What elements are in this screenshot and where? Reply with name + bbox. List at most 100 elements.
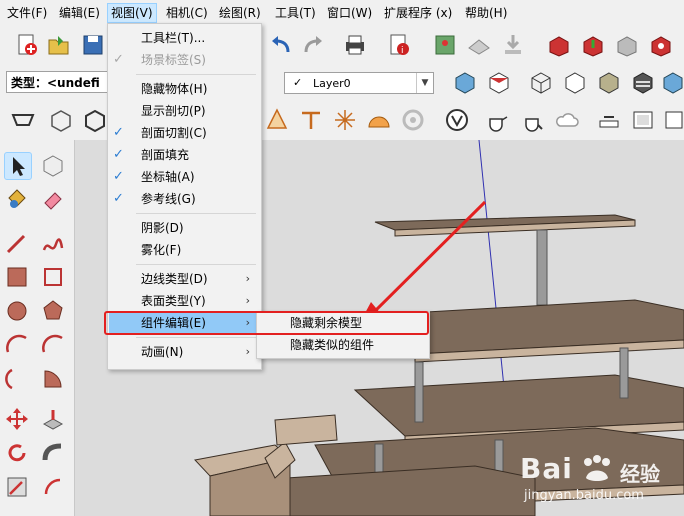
scale-icon[interactable] bbox=[4, 474, 30, 500]
paw-logo-icon bbox=[584, 455, 610, 481]
menu-camera[interactable]: 相机(C) bbox=[163, 4, 211, 22]
line-pencil-icon[interactable] bbox=[4, 230, 30, 256]
three-point-arc-icon[interactable] bbox=[4, 366, 30, 392]
submenu-arrow-icon: › bbox=[245, 345, 250, 358]
menu-tools[interactable]: 工具(T) bbox=[272, 4, 319, 22]
tools-toolbar bbox=[0, 100, 684, 141]
xray-style-icon[interactable] bbox=[528, 70, 554, 96]
menu-item-scene-tabs[interactable]: ✓ 场景标签(S) bbox=[109, 50, 260, 70]
menu-file[interactable]: 文件(F) bbox=[4, 4, 50, 22]
share-model-icon[interactable] bbox=[580, 32, 606, 58]
move-icon[interactable] bbox=[4, 406, 30, 432]
render-window-icon[interactable] bbox=[630, 107, 656, 133]
menu-separator bbox=[136, 74, 256, 75]
cloud-icon[interactable] bbox=[554, 107, 580, 133]
entity-type-field[interactable]: 类型：<undefi bbox=[6, 71, 114, 93]
frame-buffer-icon[interactable] bbox=[596, 107, 622, 133]
menu-item-label: 显示剖切(P) bbox=[141, 104, 206, 118]
menu-item-section-cuts[interactable]: ✓ 剖面切割(C) bbox=[109, 123, 260, 143]
menu-item-fog[interactable]: 雾化(F) bbox=[109, 240, 260, 260]
menu-edit[interactable]: 编辑(E) bbox=[56, 4, 103, 22]
add-location-icon[interactable] bbox=[432, 32, 458, 58]
offset-icon[interactable] bbox=[40, 474, 66, 500]
menu-item-label: 边线类型(D) bbox=[141, 272, 208, 286]
open-folder-icon[interactable] bbox=[46, 32, 72, 58]
extension-warehouse-icon[interactable] bbox=[648, 32, 674, 58]
share-component-icon[interactable] bbox=[614, 32, 640, 58]
follow-me-icon[interactable] bbox=[40, 440, 66, 466]
dome-icon[interactable] bbox=[366, 107, 392, 133]
light-icon[interactable] bbox=[332, 107, 358, 133]
circle-target-icon[interactable] bbox=[400, 107, 426, 133]
submenu-arrow-icon: › bbox=[245, 272, 250, 285]
menu-window[interactable]: 窗口(W) bbox=[324, 4, 375, 22]
rotate-icon[interactable] bbox=[4, 440, 30, 466]
component-icon[interactable] bbox=[48, 107, 74, 133]
menu-view[interactable]: 视图(V) bbox=[107, 3, 157, 23]
menu-item-toolbars[interactable]: 工具栏(T)... bbox=[109, 28, 260, 48]
menu-item-edge-style[interactable]: 边线类型(D) › bbox=[109, 269, 260, 289]
pin-icon[interactable] bbox=[298, 107, 324, 133]
paint-bucket-icon[interactable] bbox=[4, 186, 30, 212]
new-file-icon[interactable] bbox=[14, 32, 40, 58]
select-arrow-icon[interactable] bbox=[4, 152, 32, 180]
eraser-icon[interactable] bbox=[40, 186, 66, 212]
menu-item-section-fill[interactable]: ✓ 剖面填充 bbox=[109, 145, 260, 165]
textured-style-icon[interactable] bbox=[630, 70, 656, 96]
menu-item-label: 隐藏类似的组件 bbox=[290, 338, 375, 352]
baidu-watermark: Bai 经验 jingyan.baidu.com bbox=[520, 452, 680, 512]
rotated-rectangle-icon[interactable] bbox=[40, 264, 66, 290]
menu-help[interactable]: 帮助(H) bbox=[462, 4, 510, 22]
menu-separator bbox=[136, 213, 256, 214]
top-view-icon[interactable] bbox=[486, 70, 512, 96]
print-icon[interactable] bbox=[342, 32, 368, 58]
teapot-icon[interactable] bbox=[484, 107, 510, 133]
menu-extensions[interactable]: 扩展程序 (x) bbox=[381, 4, 455, 22]
menu-item-hidden-geometry[interactable]: 隐藏物体(H) bbox=[109, 79, 260, 99]
menu-item-guides[interactable]: ✓ 参考线(G) bbox=[109, 189, 260, 209]
push-pull-icon[interactable] bbox=[40, 406, 66, 432]
menu-item-face-style[interactable]: 表面类型(Y) › bbox=[109, 291, 260, 311]
standard-toolbar: i bbox=[0, 26, 684, 67]
two-point-arc-icon[interactable] bbox=[40, 332, 66, 358]
wireframe-style-icon[interactable] bbox=[562, 70, 588, 96]
monochrome-style-icon[interactable] bbox=[660, 70, 684, 96]
section-plane-icon[interactable] bbox=[10, 107, 36, 133]
polygon-icon[interactable] bbox=[40, 298, 66, 324]
menu-separator bbox=[136, 337, 256, 338]
interactive-render-icon[interactable] bbox=[520, 107, 546, 133]
menu-item-label: 剖面填充 bbox=[141, 148, 190, 162]
menu-separator bbox=[136, 264, 256, 265]
iso-view-icon[interactable] bbox=[452, 70, 478, 96]
settings-icon[interactable] bbox=[662, 107, 684, 133]
cone-icon[interactable] bbox=[264, 107, 290, 133]
pie-icon[interactable] bbox=[40, 366, 66, 392]
menu-item-shadows[interactable]: 阴影(D) bbox=[109, 218, 260, 238]
vray-icon[interactable] bbox=[444, 107, 470, 133]
menu-item-label: 雾化(F) bbox=[141, 243, 182, 257]
model-info-icon[interactable]: i bbox=[386, 32, 412, 58]
layer-name: Layer0 bbox=[313, 77, 351, 90]
arc-icon[interactable] bbox=[4, 332, 30, 358]
redo-icon[interactable] bbox=[300, 32, 326, 58]
menu-item-animation[interactable]: 动画(N) › bbox=[109, 342, 260, 362]
rectangle-icon[interactable] bbox=[4, 264, 30, 290]
menu-item-section-planes[interactable]: 显示剖切(P) bbox=[109, 101, 260, 121]
photo-textures-icon[interactable] bbox=[500, 32, 526, 58]
menu-item-hide-similar-components[interactable]: 隐藏类似的组件 bbox=[258, 335, 428, 355]
warehouse-icon[interactable] bbox=[546, 32, 572, 58]
circle-tool-icon[interactable] bbox=[4, 298, 30, 324]
check-icon: ✓ bbox=[113, 52, 124, 67]
undo-icon[interactable] bbox=[268, 32, 294, 58]
highlight-annotation-box bbox=[104, 311, 429, 335]
save-icon[interactable] bbox=[80, 32, 106, 58]
toggle-terrain-icon[interactable] bbox=[466, 32, 492, 58]
group-icon[interactable] bbox=[82, 107, 108, 133]
shaded-style-icon[interactable] bbox=[596, 70, 622, 96]
menu-item-axes[interactable]: ✓ 坐标轴(A) bbox=[109, 167, 260, 187]
freehand-icon[interactable] bbox=[40, 230, 66, 256]
menu-draw[interactable]: 绘图(R) bbox=[216, 4, 264, 22]
layer-select[interactable]: ✓ Layer0 ▼ bbox=[284, 72, 434, 94]
make-component-icon[interactable] bbox=[40, 152, 66, 178]
chevron-down-icon[interactable]: ▼ bbox=[416, 73, 433, 93]
